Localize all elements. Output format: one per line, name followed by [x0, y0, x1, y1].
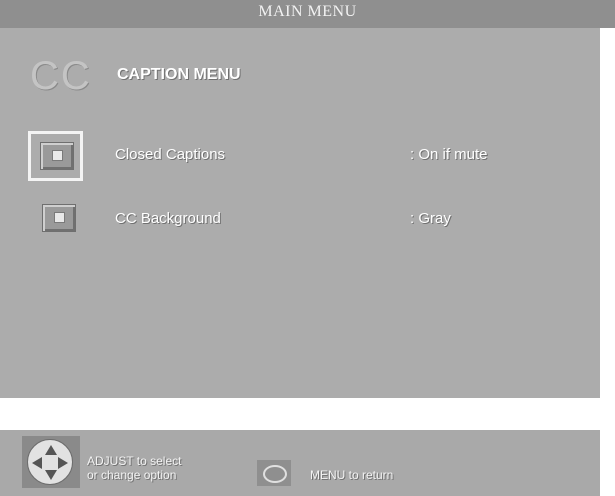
menu-item-icon[interactable] — [42, 204, 76, 232]
cc-background-value[interactable]: : Gray — [410, 210, 451, 227]
oval-icon — [263, 465, 287, 483]
cc-logo: CC — [30, 54, 92, 98]
title-bar: MAIN MENU — [0, 0, 615, 28]
arrow-down-icon — [45, 470, 57, 480]
closed-captions-label[interactable]: Closed Captions — [115, 146, 225, 163]
adjust-hint: ADJUST to select or change option — [87, 454, 181, 482]
arrow-left-icon — [32, 457, 42, 469]
page-title: MAIN MENU — [258, 3, 357, 20]
menu-title: CAPTION MENU — [117, 66, 241, 83]
arrow-up-icon — [45, 445, 57, 455]
adjust-hint-line2: or change option — [87, 468, 177, 482]
arrow-right-icon — [58, 457, 68, 469]
cc-background-label[interactable]: CC Background — [115, 210, 221, 227]
adjust-hint-line1: ADJUST to select — [87, 454, 182, 468]
dpad-circle — [27, 439, 73, 485]
closed-captions-value[interactable]: : On if mute — [410, 146, 488, 163]
menu-hint: MENU to return — [310, 468, 394, 482]
menu-item-icon[interactable] — [40, 142, 74, 170]
menu-button-icon — [257, 460, 291, 486]
dpad-icon — [22, 436, 80, 488]
tv-screen: MAIN MENU CC CAPTION MENU Closed Caption… — [0, 0, 615, 496]
